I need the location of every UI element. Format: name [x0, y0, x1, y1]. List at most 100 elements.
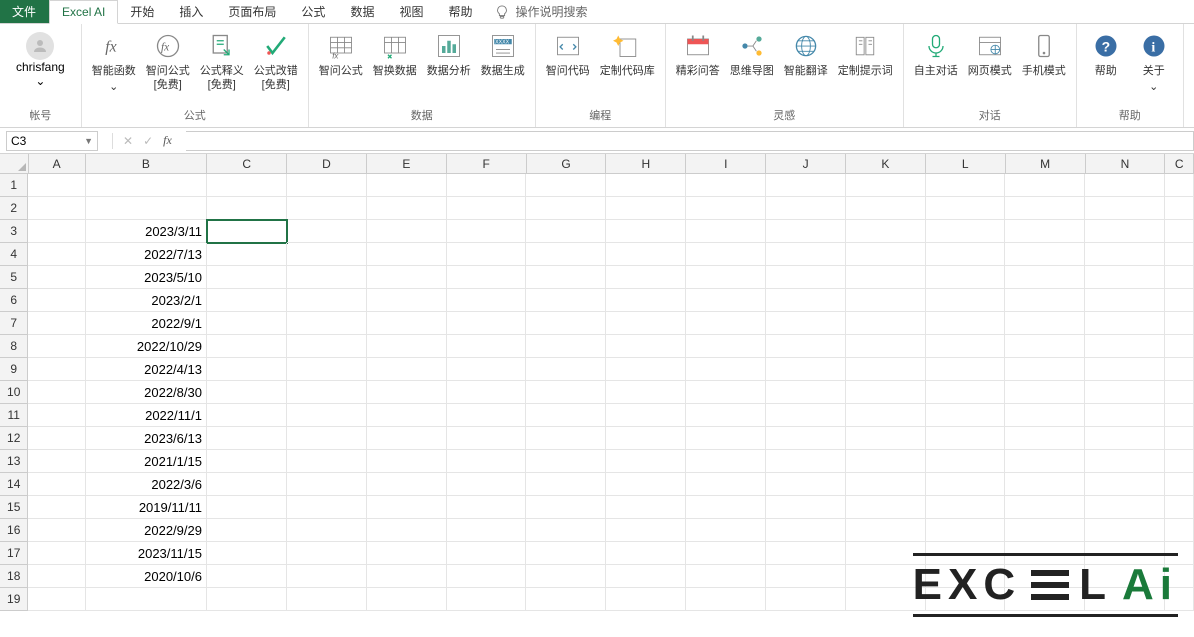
- cell[interactable]: [1005, 243, 1085, 266]
- column-header[interactable]: G: [527, 154, 607, 174]
- cell[interactable]: [86, 197, 207, 220]
- cell[interactable]: [447, 565, 527, 588]
- cell[interactable]: [686, 266, 766, 289]
- cell[interactable]: [1085, 381, 1165, 404]
- auto-dialog-button[interactable]: 自主对话: [910, 26, 962, 78]
- cell[interactable]: [606, 496, 686, 519]
- cell[interactable]: [686, 289, 766, 312]
- cell[interactable]: [28, 312, 85, 335]
- qa-button[interactable]: 精彩问答: [672, 26, 724, 78]
- data-analysis-button[interactable]: 数据分析: [423, 26, 475, 78]
- ask-formula-button[interactable]: fx 智问公式 [免费]: [142, 26, 194, 92]
- cell[interactable]: [207, 358, 287, 381]
- cell[interactable]: [367, 358, 447, 381]
- cell[interactable]: [766, 220, 846, 243]
- cell[interactable]: [926, 220, 1006, 243]
- cell[interactable]: [1165, 289, 1194, 312]
- fx-icon[interactable]: fx: [163, 133, 172, 148]
- cell[interactable]: [526, 496, 606, 519]
- cell[interactable]: [846, 289, 926, 312]
- cell[interactable]: [287, 404, 367, 427]
- cell[interactable]: [766, 473, 846, 496]
- row-header[interactable]: 8: [0, 335, 28, 358]
- cell[interactable]: [1005, 450, 1085, 473]
- cell[interactable]: [926, 519, 1006, 542]
- cancel-icon[interactable]: ✕: [123, 134, 133, 148]
- cell[interactable]: [526, 542, 606, 565]
- cell[interactable]: [1165, 312, 1194, 335]
- cell[interactable]: [606, 335, 686, 358]
- swap-data-button[interactable]: 智换数据: [369, 26, 421, 78]
- confirm-icon[interactable]: ✓: [143, 134, 153, 148]
- cell[interactable]: [606, 358, 686, 381]
- cell[interactable]: [447, 588, 527, 611]
- about-button[interactable]: i 关于 ⌄: [1131, 26, 1177, 94]
- cell[interactable]: [846, 381, 926, 404]
- cell[interactable]: [926, 312, 1006, 335]
- cell[interactable]: [367, 496, 447, 519]
- cell[interactable]: [1165, 519, 1194, 542]
- cell[interactable]: [846, 427, 926, 450]
- cell[interactable]: [287, 588, 367, 611]
- cell[interactable]: [606, 473, 686, 496]
- cell[interactable]: [28, 588, 85, 611]
- cell[interactable]: [447, 197, 527, 220]
- cell[interactable]: [526, 427, 606, 450]
- cell[interactable]: [606, 542, 686, 565]
- cell[interactable]: [686, 542, 766, 565]
- cell[interactable]: [28, 243, 85, 266]
- row-header[interactable]: 4: [0, 243, 28, 266]
- cell[interactable]: [846, 220, 926, 243]
- cell[interactable]: [766, 312, 846, 335]
- cell[interactable]: [86, 588, 207, 611]
- cell[interactable]: [287, 174, 367, 197]
- cell[interactable]: [1085, 496, 1165, 519]
- cell[interactable]: [367, 335, 447, 358]
- cell[interactable]: [766, 496, 846, 519]
- cell[interactable]: 2022/8/30: [86, 381, 207, 404]
- cell[interactable]: [86, 174, 207, 197]
- cell[interactable]: [606, 220, 686, 243]
- column-header[interactable]: D: [287, 154, 367, 174]
- row-header[interactable]: 10: [0, 381, 28, 404]
- cell[interactable]: [447, 542, 527, 565]
- cell[interactable]: [1165, 450, 1194, 473]
- cell[interactable]: [766, 335, 846, 358]
- cell[interactable]: [686, 496, 766, 519]
- row-header[interactable]: 15: [0, 496, 28, 519]
- cell[interactable]: [686, 588, 766, 611]
- row-header[interactable]: 17: [0, 542, 28, 565]
- cell[interactable]: [846, 404, 926, 427]
- cell[interactable]: [1005, 197, 1085, 220]
- row-header[interactable]: 7: [0, 312, 28, 335]
- cell[interactable]: [926, 335, 1006, 358]
- cell[interactable]: [606, 565, 686, 588]
- cell[interactable]: [766, 358, 846, 381]
- cell[interactable]: [606, 450, 686, 473]
- cell[interactable]: [447, 289, 527, 312]
- cell[interactable]: [1005, 312, 1085, 335]
- cell[interactable]: [28, 289, 85, 312]
- cell[interactable]: [926, 289, 1006, 312]
- cell[interactable]: [926, 496, 1006, 519]
- web-mode-button[interactable]: 网页模式: [964, 26, 1016, 78]
- cell[interactable]: [207, 381, 287, 404]
- formula-input[interactable]: [186, 131, 1194, 151]
- tell-me-search[interactable]: 操作说明搜索: [485, 0, 597, 23]
- cell[interactable]: [766, 542, 846, 565]
- cell[interactable]: [606, 404, 686, 427]
- cell[interactable]: [1005, 496, 1085, 519]
- cell[interactable]: [367, 174, 447, 197]
- cell[interactable]: [606, 197, 686, 220]
- cell[interactable]: [606, 266, 686, 289]
- translate-button[interactable]: 智能翻译: [780, 26, 832, 78]
- cell[interactable]: [447, 450, 527, 473]
- cell[interactable]: [1085, 289, 1165, 312]
- cell[interactable]: [766, 588, 846, 611]
- cell[interactable]: [606, 427, 686, 450]
- cell[interactable]: [28, 427, 85, 450]
- row-header[interactable]: 1: [0, 174, 28, 197]
- cell[interactable]: [1005, 473, 1085, 496]
- cell[interactable]: [606, 381, 686, 404]
- cell[interactable]: [28, 450, 85, 473]
